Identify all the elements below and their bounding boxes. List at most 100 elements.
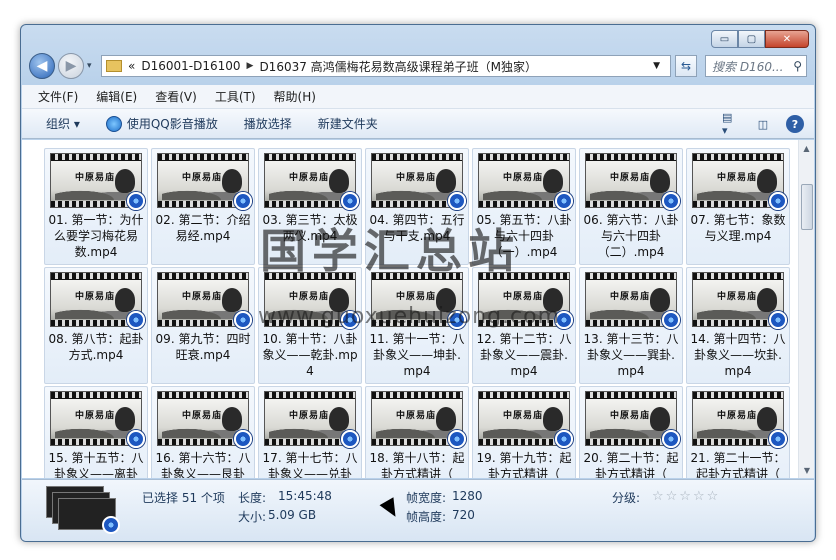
file-item[interactable]: 中原易庙 03. 第三节：太极两仪.mp4 bbox=[258, 148, 362, 265]
vertical-scrollbar[interactable]: ▲ ▼ bbox=[798, 140, 814, 478]
file-item[interactable]: 中原易庙 14. 第十四节：八卦象义——坎卦.mp4 bbox=[686, 267, 790, 384]
file-name: 11. 第十一节：八卦象义——坤卦.mp4 bbox=[369, 332, 465, 378]
play-with-qq-label: 使用QQ影音播放 bbox=[126, 117, 218, 131]
file-name: 12. 第十二节：八卦象义——震卦.mp4 bbox=[476, 332, 572, 378]
video-play-icon bbox=[555, 311, 573, 329]
breadcrumb-item[interactable]: D16001-D16100 bbox=[141, 59, 240, 73]
thumbnail-title: 中原易庙 bbox=[396, 411, 437, 421]
search-icon[interactable]: ⚲ bbox=[793, 59, 802, 73]
figure-graphic bbox=[222, 169, 242, 193]
address-bar[interactable]: « D16001-D16100 ▶ D16037 高鸿儒梅花易数高级课程弟子班（… bbox=[101, 55, 671, 77]
minimize-button[interactable]: ▭ bbox=[711, 30, 738, 48]
length-value[interactable]: 15:45:48 bbox=[278, 489, 332, 503]
maximize-button[interactable]: ▢ bbox=[738, 30, 765, 48]
file-item[interactable]: 中原易庙 11. 第十一节：八卦象义——坤卦.mp4 bbox=[365, 267, 469, 384]
breadcrumb-item[interactable]: D16037 高鸿儒梅花易数高级课程弟子班（M独家） bbox=[259, 58, 537, 75]
file-item[interactable]: 中原易庙 02. 第二节：介绍易经.mp4 bbox=[151, 148, 255, 265]
film-strip bbox=[586, 154, 676, 160]
file-item[interactable]: 中原易庙 04. 第四节：五行与干支.mp4 bbox=[365, 148, 469, 265]
file-item[interactable]: 中原易庙 18. 第十八节：起卦方式精讲（ bbox=[365, 386, 469, 478]
video-play-icon bbox=[555, 192, 573, 210]
figure-graphic bbox=[757, 407, 777, 431]
search-input[interactable]: 搜索 D160... ⚲ bbox=[705, 55, 807, 77]
refresh-button[interactable]: ⇆ bbox=[675, 55, 697, 77]
folder-icon bbox=[106, 60, 122, 72]
file-item[interactable]: 中原易庙 09. 第九节：四时旺衰.mp4 bbox=[151, 267, 255, 384]
video-play-icon bbox=[127, 192, 145, 210]
help-icon[interactable]: ? bbox=[786, 115, 804, 133]
play-selection-button[interactable]: 播放选择 bbox=[244, 115, 292, 132]
forward-button[interactable]: ▶ bbox=[58, 53, 84, 79]
size-value: 5.09 GB bbox=[268, 508, 317, 522]
figure-graphic bbox=[329, 169, 349, 193]
figure-graphic bbox=[543, 288, 563, 312]
thumbnail-title: 中原易庙 bbox=[289, 292, 330, 302]
preview-pane-icon[interactable]: ◫ bbox=[754, 116, 772, 132]
scroll-thumb[interactable] bbox=[801, 184, 813, 230]
thumbnail-title: 中原易庙 bbox=[182, 411, 223, 421]
thumbnail-title: 中原易庙 bbox=[396, 292, 437, 302]
address-dropdown-icon[interactable]: ▼ bbox=[653, 61, 660, 71]
recent-pages-dropdown[interactable]: ▾ bbox=[87, 61, 92, 71]
file-item[interactable]: 中原易庙 01. 第一节：为什么要学习梅花易数.mp4 bbox=[44, 148, 148, 265]
menu-help[interactable]: 帮助(H) bbox=[274, 88, 316, 105]
file-grid: 中原易庙 01. 第一节：为什么要学习梅花易数.mp4 中原易庙 02. 第二节：介绍… bbox=[44, 148, 794, 478]
rating-stars[interactable]: ☆☆☆☆☆ bbox=[652, 489, 720, 504]
scroll-up-icon[interactable]: ▲ bbox=[799, 140, 814, 156]
menu-tools[interactable]: 工具(T) bbox=[215, 88, 256, 105]
film-strip bbox=[586, 273, 676, 279]
file-item[interactable]: 中原易庙 08. 第八节：起卦方式.mp4 bbox=[44, 267, 148, 384]
file-item[interactable]: 中原易庙 19. 第十九节：起卦方式精讲（ bbox=[472, 386, 576, 478]
video-play-icon bbox=[662, 311, 680, 329]
frame-width-value[interactable]: 1280 bbox=[452, 489, 483, 503]
play-with-qq-button[interactable]: 使用QQ影音播放 bbox=[105, 115, 218, 132]
thumbnail-title: 中原易庙 bbox=[610, 292, 651, 302]
thumbnail-title: 中原易庙 bbox=[75, 411, 116, 421]
file-item[interactable]: 中原易庙 16. 第十六节：八卦象义——艮卦 bbox=[151, 386, 255, 478]
file-item[interactable]: 中原易庙 06. 第六节：八卦与六十四卦（二）.mp4 bbox=[579, 148, 683, 265]
new-folder-button[interactable]: 新建文件夹 bbox=[318, 115, 378, 132]
figure-graphic bbox=[650, 169, 670, 193]
file-name: 01. 第一节：为什么要学习梅花易数.mp4 bbox=[48, 213, 144, 259]
thumbnail-title: 中原易庙 bbox=[610, 411, 651, 421]
figure-graphic bbox=[543, 169, 563, 193]
qq-player-icon bbox=[105, 115, 122, 132]
file-item[interactable]: 中原易庙 12. 第十二节：八卦象义——震卦.mp4 bbox=[472, 267, 576, 384]
film-strip bbox=[372, 392, 462, 398]
figure-graphic bbox=[757, 169, 777, 193]
film-strip bbox=[51, 273, 141, 279]
scroll-down-icon[interactable]: ▼ bbox=[799, 462, 814, 478]
file-item[interactable]: 中原易庙 21. 第二十一节：起卦方式精讲（ bbox=[686, 386, 790, 478]
organize-button[interactable]: 组织 ▾ bbox=[46, 115, 80, 132]
frame-height-value[interactable]: 720 bbox=[452, 508, 475, 522]
back-button[interactable]: ◀ bbox=[29, 53, 55, 79]
file-name: 07. 第七节：象数与义理.mp4 bbox=[690, 213, 786, 243]
file-item[interactable]: 中原易庙 17. 第十七节：八卦象义——兑卦 bbox=[258, 386, 362, 478]
film-strip bbox=[265, 273, 355, 279]
breadcrumb-separator-icon[interactable]: ▶ bbox=[247, 61, 254, 71]
close-button[interactable]: ✕ bbox=[765, 30, 809, 48]
file-item[interactable]: 中原易庙 13. 第十三节：八卦象义——巽卦.mp4 bbox=[579, 267, 683, 384]
file-item[interactable]: 中原易庙 05. 第五节：八卦与六十四卦（一）.mp4 bbox=[472, 148, 576, 265]
file-item[interactable]: 中原易庙 07. 第七节：象数与义理.mp4 bbox=[686, 148, 790, 265]
video-play-icon bbox=[448, 311, 466, 329]
file-item[interactable]: 中原易庙 20. 第二十节：起卦方式精讲（ bbox=[579, 386, 683, 478]
file-item[interactable]: 中原易庙 15. 第十五节：八卦象义——离卦 bbox=[44, 386, 148, 478]
file-name: 05. 第五节：八卦与六十四卦（一）.mp4 bbox=[476, 213, 572, 259]
breadcrumb-overflow[interactable]: « bbox=[128, 59, 135, 73]
thumbnail-title: 中原易庙 bbox=[717, 292, 758, 302]
file-name: 02. 第二节：介绍易经.mp4 bbox=[155, 213, 251, 243]
menu-edit[interactable]: 编辑(E) bbox=[96, 88, 137, 105]
refresh-icon: ⇆ bbox=[680, 59, 692, 73]
film-strip bbox=[479, 154, 569, 160]
menu-view[interactable]: 查看(V) bbox=[155, 88, 197, 105]
thumbnail-title: 中原易庙 bbox=[75, 292, 116, 302]
details-pane: 已选择 51 个项 长度: 15:45:48 大小: 5.09 GB 帧宽度: … bbox=[22, 479, 814, 541]
file-item[interactable]: 中原易庙 10. 第十节：八卦象义——乾卦.mp4 bbox=[258, 267, 362, 384]
film-strip bbox=[693, 392, 783, 398]
change-view-icon[interactable]: ▤ ▾ bbox=[722, 111, 740, 137]
video-play-icon bbox=[341, 192, 359, 210]
menu-file[interactable]: 文件(F) bbox=[38, 88, 78, 105]
length-label: 长度: bbox=[238, 491, 267, 505]
video-play-icon bbox=[341, 311, 359, 329]
